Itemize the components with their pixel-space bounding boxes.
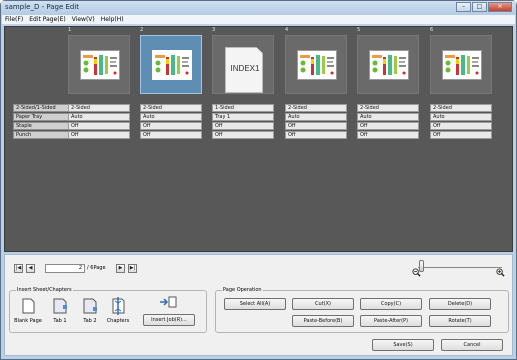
page-property-value[interactable]: 2-Sided: [140, 104, 202, 112]
zoom-in-icon[interactable]: [496, 268, 505, 277]
label-staple: Staple: [13, 122, 70, 130]
rotate-button[interactable]: Rotate(T): [429, 315, 491, 327]
page-property-value[interactable]: Auto: [140, 113, 202, 121]
menu-help[interactable]: Help(H): [98, 15, 127, 24]
insert-job-icon: [160, 296, 177, 308]
page-properties: 2-Sided Auto Off Off: [430, 104, 492, 140]
page-properties: 2-Sided Auto Off Off: [140, 104, 202, 140]
page-number-label: 3: [212, 27, 216, 33]
cancel-button[interactable]: Cancel: [441, 339, 503, 351]
zoom-out-icon[interactable]: [412, 268, 421, 277]
menu-bar: File(F) Edit Page(E) View(V) Help(H): [2, 15, 515, 25]
page-operation-title: Page Operation: [222, 287, 263, 293]
next-page-button[interactable]: ▶: [116, 264, 125, 273]
insert-job-button[interactable]: Insert Job(R)...: [143, 314, 195, 326]
tab1-label[interactable]: Tab 1: [45, 318, 75, 324]
tab2-icon[interactable]: [80, 297, 100, 315]
page-number-label: 6: [430, 27, 434, 33]
page-property-value[interactable]: Tray 1: [212, 113, 274, 121]
page-property-value[interactable]: Off: [140, 131, 202, 139]
cut-button[interactable]: Cut(X): [292, 298, 354, 310]
page-thumbnail-1[interactable]: [68, 35, 130, 94]
paste-after-button[interactable]: Paste-After(P): [360, 315, 422, 327]
chapters-label[interactable]: Chapters: [103, 318, 133, 324]
prev-page-button[interactable]: ◀: [26, 264, 35, 273]
chapters-icon[interactable]: [108, 297, 128, 315]
delete-button[interactable]: Delete(D): [429, 298, 491, 310]
page-property-value[interactable]: Auto: [285, 113, 347, 121]
insert-sheet-title: Insert Sheet/Chapters: [16, 287, 73, 293]
blank-page-label[interactable]: Blank Page: [13, 318, 43, 324]
page-property-value[interactable]: Off: [68, 131, 130, 139]
page-total: / 6Page: [87, 265, 106, 271]
page-property-value[interactable]: Off: [357, 122, 419, 130]
menu-edit-page[interactable]: Edit Page(E): [26, 15, 69, 24]
page-number-label: 2: [140, 27, 144, 33]
page-thumbnail-4[interactable]: [285, 35, 347, 94]
menu-file[interactable]: File(F): [2, 15, 26, 24]
maximize-button[interactable]: □: [472, 2, 487, 12]
page-property-value[interactable]: 2-Sided: [430, 104, 492, 112]
blank-page-icon[interactable]: [18, 297, 38, 315]
page-number-input[interactable]: 2: [45, 264, 85, 273]
page-property-value[interactable]: Auto: [68, 113, 130, 121]
page-thumbnail-6[interactable]: [430, 35, 492, 94]
menu-view[interactable]: View(V): [69, 15, 98, 24]
page-preview: [152, 50, 192, 80]
label-sided: 2-Sided/1-Sided: [13, 104, 70, 112]
page-preview: [442, 50, 482, 80]
tab1-icon[interactable]: [50, 297, 70, 315]
page-properties: 2-Sided Auto Off Off: [68, 104, 130, 140]
page-thumbnail-5[interactable]: [357, 35, 419, 94]
page-property-value[interactable]: 2-Sided: [285, 104, 347, 112]
page-property-value[interactable]: Off: [430, 122, 492, 130]
page-property-value[interactable]: 2-Sided: [68, 104, 130, 112]
property-labels: 2-Sided/1-Sided Paper Tray Staple Punch: [13, 104, 70, 140]
page-properties: 1-Sided Tray 1 Off Off: [212, 104, 274, 140]
page-property-value[interactable]: Off: [68, 122, 130, 130]
page-number-label: 5: [357, 27, 361, 33]
last-page-button[interactable]: ▶|: [128, 264, 137, 273]
page-property-value[interactable]: Off: [285, 131, 347, 139]
window-title: sample_D - Page Edit: [5, 3, 80, 11]
tab2-label[interactable]: Tab 2: [75, 318, 105, 324]
paste-before-button[interactable]: Paste-Before(B): [292, 315, 354, 327]
label-paper-tray: Paper Tray: [13, 113, 70, 121]
page-property-value[interactable]: Off: [212, 122, 274, 130]
page-property-value[interactable]: Auto: [430, 113, 492, 121]
minimize-button[interactable]: –: [456, 2, 471, 12]
page-thumbnail-3[interactable]: INDEX1: [212, 35, 274, 94]
label-punch: Punch: [13, 131, 70, 139]
close-button[interactable]: ✕: [488, 2, 512, 12]
zoom-slider[interactable]: [418, 260, 502, 272]
page-property-value[interactable]: Off: [285, 122, 347, 130]
page-number-label: 1: [68, 27, 72, 33]
page-number-label: 4: [285, 27, 289, 33]
page-property-value[interactable]: Off: [430, 131, 492, 139]
page-property-value[interactable]: Auto: [357, 113, 419, 121]
copy-button[interactable]: Copy(C): [360, 298, 422, 310]
select-all-button[interactable]: Select All(A): [224, 298, 286, 310]
page-preview: [80, 50, 120, 80]
page-properties: 2-Sided Auto Off Off: [357, 104, 419, 140]
first-page-button[interactable]: |◀: [14, 264, 23, 273]
title-bar: sample_D - Page Edit – □ ✕: [1, 1, 516, 15]
page-property-value[interactable]: Off: [140, 122, 202, 130]
page-canvas[interactable]: 2-Sided/1-Sided Paper Tray Staple Punch …: [4, 26, 513, 252]
page-preview: [297, 50, 337, 80]
page-preview: [369, 50, 409, 80]
page-thumbnail-2[interactable]: [140, 35, 202, 94]
page-properties: 2-Sided Auto Off Off: [285, 104, 347, 140]
page-property-value[interactable]: 2-Sided: [357, 104, 419, 112]
page-property-value[interactable]: Off: [357, 131, 419, 139]
index-label: INDEX1: [230, 64, 260, 73]
page-property-value[interactable]: 1-Sided: [212, 104, 274, 112]
index-sheet-icon: INDEX1: [225, 47, 263, 93]
page-property-value[interactable]: Off: [212, 131, 274, 139]
save-button[interactable]: Save(S): [372, 339, 434, 351]
